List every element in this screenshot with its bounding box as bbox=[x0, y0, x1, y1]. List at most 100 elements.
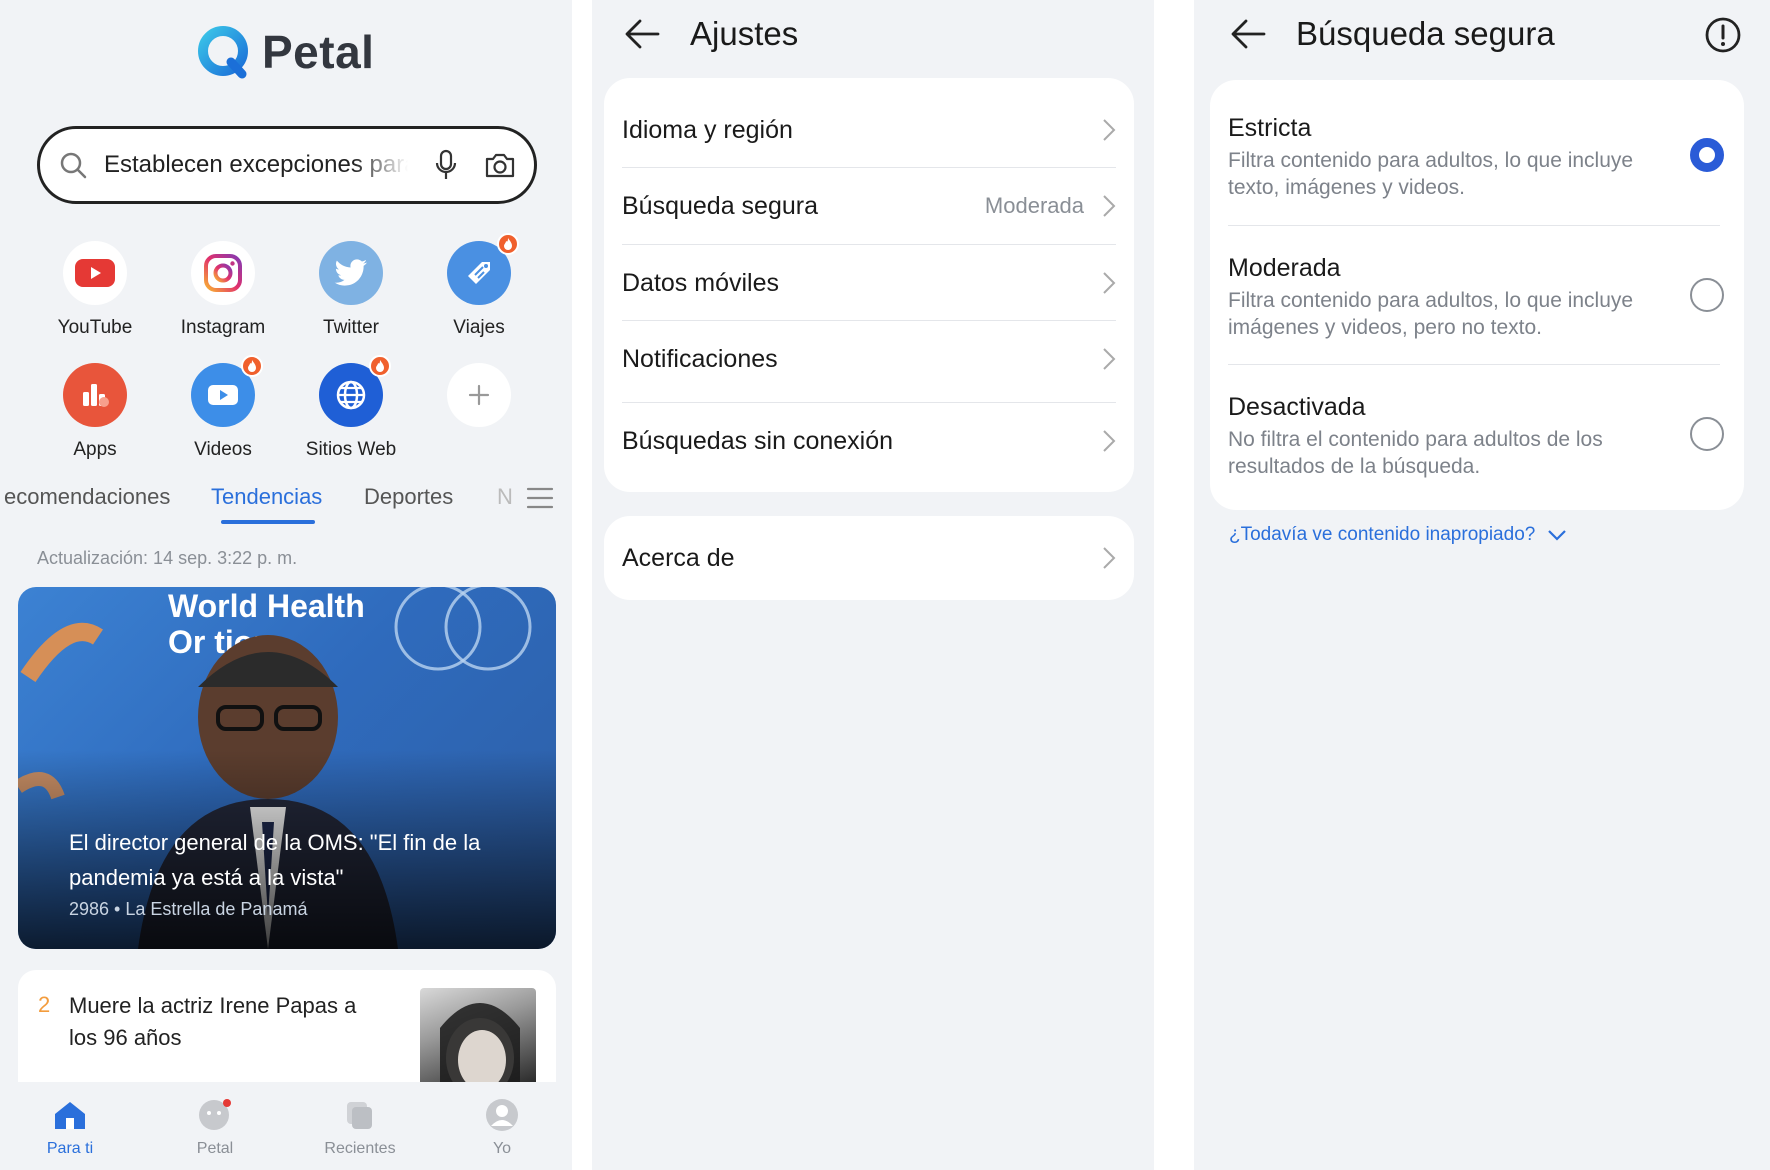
nav-label: Petal bbox=[196, 1140, 234, 1157]
divider bbox=[622, 402, 1116, 403]
nav-petal[interactable]: Petal bbox=[160, 1096, 270, 1158]
settings-screen: Ajustes Idioma y región Búsqueda segura … bbox=[592, 0, 1154, 1170]
back-arrow-icon[interactable] bbox=[622, 14, 662, 54]
featured-news-title[interactable]: El director general de la OMS: "El fin d… bbox=[69, 825, 519, 895]
option-title: Moderada bbox=[1228, 254, 1341, 282]
shortcut-label: YouTube bbox=[57, 317, 133, 338]
option-title: Desactivada bbox=[1228, 393, 1366, 421]
safe-search-screen: Búsqueda segura Estricta Filtra contenid… bbox=[1194, 0, 1770, 1170]
home-icon bbox=[51, 1096, 89, 1134]
shortcut-viajes[interactable]: Viajes bbox=[415, 233, 543, 339]
divider bbox=[1228, 364, 1720, 365]
shortcut-youtube[interactable]: YouTube bbox=[31, 241, 159, 339]
settings-item-acerca-de[interactable]: Acerca de bbox=[622, 526, 1116, 590]
news-list-item[interactable]: 2 Muere la actriz Irene Papas a los 96 a… bbox=[18, 970, 556, 1082]
travel-icon bbox=[447, 233, 519, 305]
nav-label: Para ti bbox=[46, 1140, 94, 1157]
help-link-text: ¿Todavía ve contenido inapropiado? bbox=[1229, 524, 1536, 545]
settings-item-label: Búsquedas sin conexión bbox=[622, 426, 894, 455]
shortcut-label: Sitios Web bbox=[305, 439, 397, 460]
nav-label: Recientes bbox=[324, 1140, 396, 1157]
add-shortcut-button[interactable] bbox=[415, 363, 543, 427]
chevron-right-icon bbox=[1103, 272, 1116, 294]
option-description: Filtra contenido para adultos, lo que in… bbox=[1228, 149, 1634, 199]
inappropriate-content-help-link[interactable]: ¿Todavía ve contenido inapropiado? bbox=[1229, 524, 1567, 546]
chevron-right-icon bbox=[1103, 348, 1116, 370]
search-bar[interactable]: Establecen excepciones para bbox=[37, 126, 537, 204]
nav-label: Yo bbox=[492, 1140, 512, 1157]
shortcut-label: Videos bbox=[194, 439, 252, 460]
youtube-icon bbox=[63, 241, 127, 305]
update-timestamp: Actualización: 14 sep. 3:22 p. m. bbox=[37, 548, 298, 568]
hot-badge-icon bbox=[497, 233, 519, 255]
info-icon[interactable] bbox=[1704, 16, 1742, 54]
microphone-icon bbox=[435, 149, 457, 179]
settings-item-label: Notificaciones bbox=[622, 344, 778, 373]
chevron-right-icon bbox=[1103, 119, 1116, 141]
settings-item-busquedas-sin-conexion[interactable]: Búsquedas sin conexión bbox=[622, 408, 1116, 474]
recent-tabs-icon bbox=[341, 1096, 379, 1134]
shortcut-label: Apps bbox=[73, 439, 117, 460]
nav-para-ti[interactable]: Para ti bbox=[15, 1096, 125, 1158]
tab-next[interactable]: N bbox=[497, 484, 513, 510]
featured-news-meta: 2986 • La Estrella de Panamá bbox=[69, 899, 308, 919]
hot-badge-icon bbox=[241, 355, 263, 377]
tab-tendencias[interactable]: Tendencias bbox=[211, 484, 322, 510]
menu-icon[interactable] bbox=[526, 486, 554, 510]
add-icon bbox=[447, 363, 511, 427]
option-description: Filtra contenido para adultos, lo que in… bbox=[1228, 289, 1634, 339]
petal-assistant-icon bbox=[196, 1096, 234, 1134]
option-estricta[interactable]: Estricta Filtra contenido para adultos, … bbox=[1228, 114, 1726, 201]
settings-item-busqueda-segura[interactable]: Búsqueda segura Moderada bbox=[622, 174, 1116, 238]
shortcut-apps[interactable]: Apps bbox=[31, 363, 159, 461]
page-title: Ajustes bbox=[690, 15, 799, 52]
settings-item-label: Idioma y región bbox=[622, 115, 793, 144]
chevron-down-icon bbox=[1548, 530, 1567, 541]
divider bbox=[1228, 225, 1720, 226]
shortcut-videos[interactable]: Videos bbox=[159, 355, 287, 461]
option-description: No filtra el contenido para adultos de l… bbox=[1228, 428, 1603, 478]
option-desactivada[interactable]: Desactivada No filtra el contenido para … bbox=[1228, 393, 1726, 480]
back-arrow-icon[interactable] bbox=[1228, 14, 1268, 54]
camera-search-button[interactable] bbox=[484, 149, 516, 181]
shortcut-label: Viajes bbox=[453, 317, 505, 338]
instagram-icon bbox=[191, 241, 255, 305]
radio-desactivada[interactable] bbox=[1690, 417, 1724, 451]
nav-recientes[interactable]: Recientes bbox=[305, 1096, 415, 1158]
settings-item-idioma[interactable]: Idioma y región bbox=[622, 98, 1116, 162]
home-screen: Petal Establecen excepciones para YouTub… bbox=[0, 0, 572, 1170]
videos-icon bbox=[191, 355, 263, 427]
featured-news-card[interactable]: World Health Or tion El director general… bbox=[18, 587, 556, 949]
settings-item-notificaciones[interactable]: Notificaciones bbox=[622, 327, 1116, 391]
chevron-right-icon bbox=[1103, 195, 1116, 217]
hot-badge-icon bbox=[369, 355, 391, 377]
option-title: Estricta bbox=[1228, 114, 1312, 142]
news-item-title[interactable]: Muere la actriz Irene Papas a los 96 año… bbox=[69, 990, 369, 1054]
settings-item-datos-moviles[interactable]: Datos móviles bbox=[622, 251, 1116, 315]
chevron-right-icon bbox=[1103, 430, 1116, 452]
voice-search-button[interactable] bbox=[430, 149, 462, 181]
petal-logo: Petal bbox=[196, 24, 374, 80]
active-tab-indicator bbox=[221, 520, 315, 524]
bottom-navigation: Para ti Petal Recientes Yo bbox=[0, 1082, 572, 1170]
option-moderada[interactable]: Moderada Filtra contenido para adultos, … bbox=[1228, 254, 1726, 341]
settings-item-label: Acerca de bbox=[622, 543, 735, 572]
search-input[interactable]: Establecen excepciones para bbox=[104, 151, 408, 179]
category-tabs: ecomendaciones Tendencias Deportes N bbox=[0, 478, 572, 526]
panel-separator bbox=[572, 0, 592, 1170]
apps-icon bbox=[63, 363, 127, 427]
nav-yo[interactable]: Yo bbox=[447, 1096, 557, 1158]
tab-recomendaciones[interactable]: ecomendaciones bbox=[4, 484, 170, 510]
radio-moderada[interactable] bbox=[1690, 278, 1724, 312]
news-thumbnail bbox=[420, 988, 536, 1082]
profile-icon bbox=[483, 1096, 521, 1134]
tab-deportes[interactable]: Deportes bbox=[364, 484, 453, 510]
settings-item-label: Búsqueda segura bbox=[622, 191, 818, 220]
shortcut-sitios-web[interactable]: Sitios Web bbox=[287, 355, 415, 461]
search-icon bbox=[60, 152, 87, 179]
shortcut-instagram[interactable]: Instagram bbox=[159, 241, 287, 339]
radio-estricta-selected[interactable] bbox=[1690, 138, 1724, 172]
twitter-icon bbox=[319, 241, 383, 305]
shortcut-twitter[interactable]: Twitter bbox=[287, 241, 415, 339]
shortcut-label: Instagram bbox=[180, 317, 266, 338]
